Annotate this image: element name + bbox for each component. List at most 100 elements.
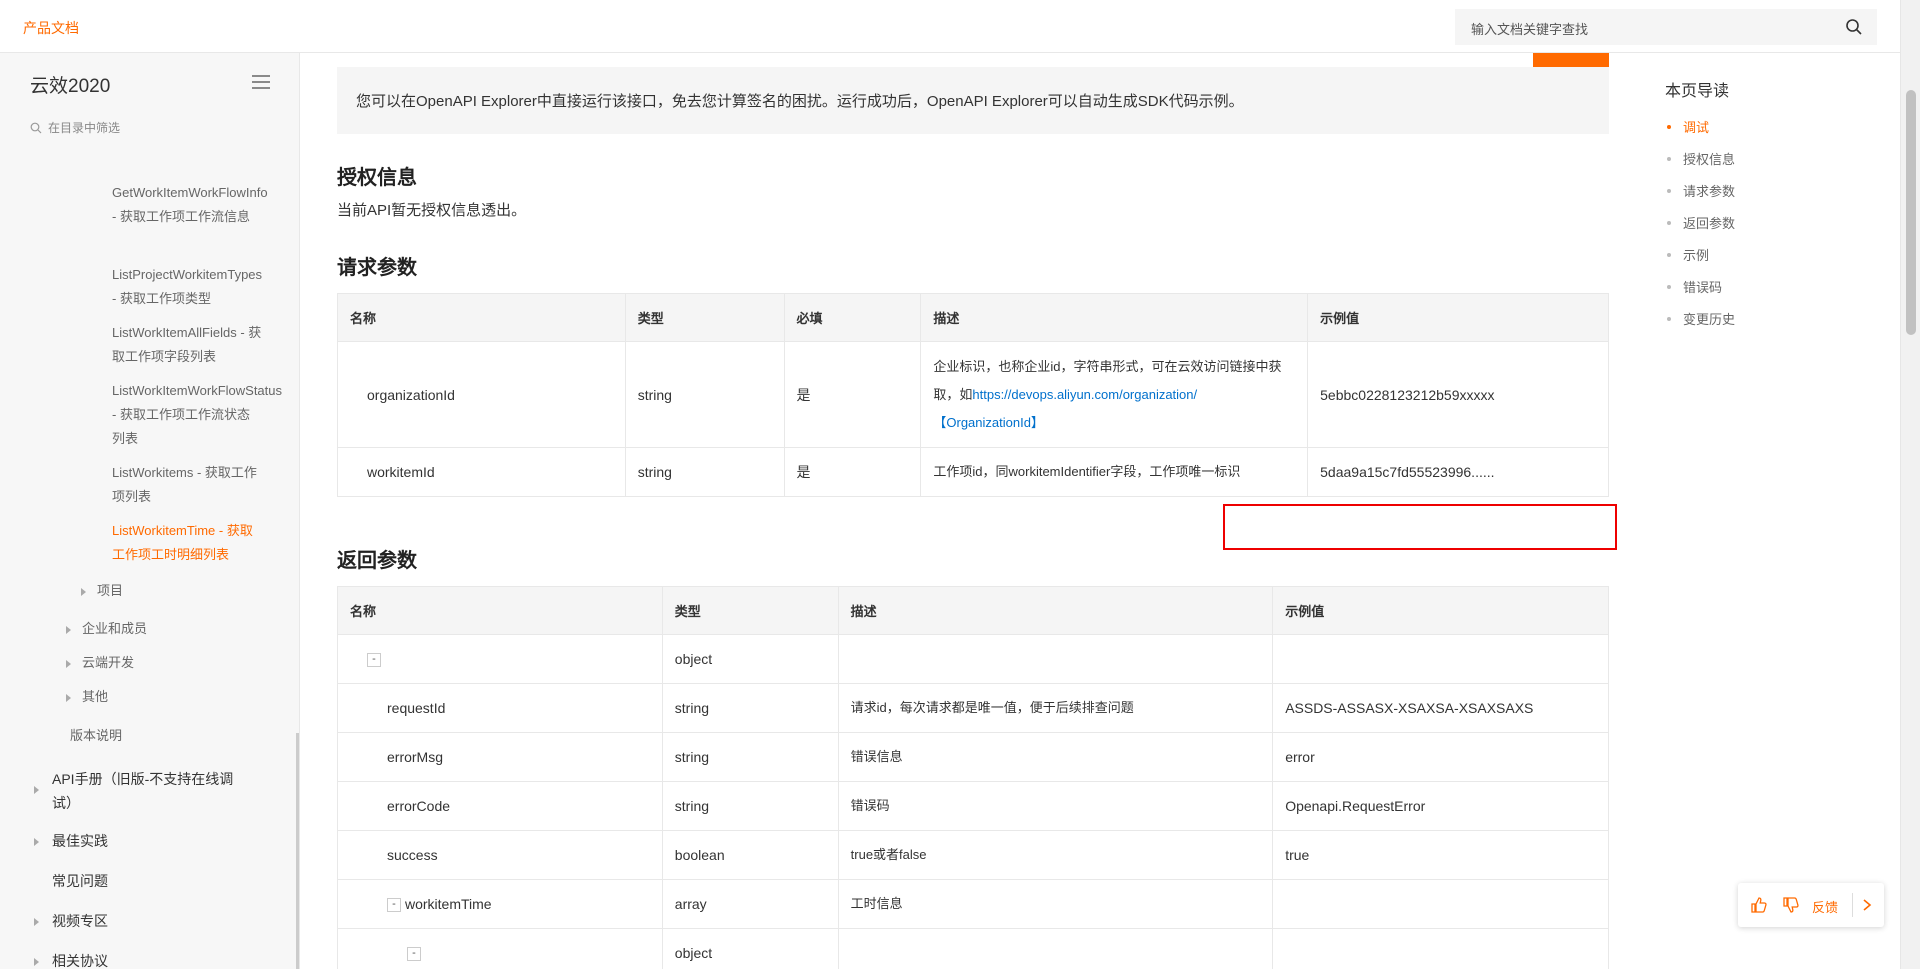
toc-item-debug[interactable]: 调试 bbox=[1666, 117, 1709, 136]
table-row: - object bbox=[337, 928, 1609, 969]
param-name: organizationId bbox=[337, 341, 626, 448]
param-type: string bbox=[624, 447, 785, 497]
sidebar-item-label: 项目 bbox=[97, 583, 124, 598]
toc-title: 本页导读 bbox=[1665, 83, 1730, 100]
table-row: organizationId string 是 企业标识，也称企业id，字符串形… bbox=[337, 341, 1609, 448]
collapse-toggle[interactable]: - bbox=[367, 653, 381, 668]
table-row: - object bbox=[337, 634, 1609, 684]
resp-desc: 错误码 bbox=[837, 781, 1274, 831]
sidebar-item-label: 最佳实践 bbox=[52, 833, 108, 849]
param-example: 5ebbc0228123212b59xxxxx bbox=[1307, 341, 1609, 448]
sidebar-title: 云效2020 bbox=[30, 76, 111, 97]
table-row: - workitemTime array 工时信息 bbox=[337, 879, 1609, 929]
sidebar-item-listprojectworkitemtypes[interactable]: ListProjectWorkitemTypes - 获取工作项类型 bbox=[112, 263, 262, 311]
resp-desc bbox=[837, 634, 1274, 684]
resp-desc: 请求id，每次请求都是唯一值，便于后续排查问题 bbox=[837, 683, 1274, 733]
collapse-toggle[interactable]: - bbox=[387, 898, 401, 913]
sidebar-item-listworkitemworkflowstatus[interactable]: ListWorkItemWorkFlowStatus - 获取工作项工作流状态列… bbox=[112, 379, 282, 451]
sidebar-item-videos[interactable]: 视频专区 bbox=[34, 909, 108, 933]
resp-example bbox=[1272, 928, 1609, 969]
toc-item-error-codes[interactable]: 错误码 bbox=[1666, 277, 1722, 296]
resp-desc: 工时信息 bbox=[837, 879, 1274, 929]
sidebar-item-label: API手册（旧版-不支持在线调试） bbox=[52, 771, 234, 811]
column-header: 示例值 bbox=[1307, 293, 1609, 342]
resp-type: string bbox=[661, 781, 839, 831]
table-header-row: 名称 类型 描述 示例值 bbox=[337, 586, 1609, 635]
heading-request-params: 请求参数 bbox=[337, 257, 417, 279]
sidebar-item-label: 视频专区 bbox=[52, 913, 108, 929]
scrollbar-thumb[interactable] bbox=[1906, 90, 1916, 335]
search-input[interactable]: 输入文档关键字查找 bbox=[1455, 9, 1877, 45]
brand-link[interactable]: 产品文档 bbox=[23, 18, 79, 38]
divider bbox=[1852, 893, 1853, 917]
resp-type: object bbox=[661, 634, 839, 684]
feedback-button[interactable]: 反馈 bbox=[1812, 897, 1838, 916]
chevron-right-icon[interactable] bbox=[1860, 897, 1874, 913]
thumbs-down-icon[interactable] bbox=[1782, 896, 1800, 914]
page-scrollbar[interactable] bbox=[1900, 0, 1920, 969]
sidebar: 云效2020 在目录中筛选 GetWorkItemWorkFlowInfo - … bbox=[0, 53, 300, 969]
sidebar-item-faq[interactable]: 常见问题 bbox=[52, 869, 108, 893]
caret-right-icon bbox=[81, 588, 86, 596]
resp-type: array bbox=[661, 879, 839, 929]
table-row: workitemId string 是 工作项id，同workitemIdent… bbox=[337, 447, 1609, 497]
resp-example: true bbox=[1272, 830, 1609, 880]
thumbs-up-icon[interactable] bbox=[1750, 896, 1768, 914]
sidebar-item-agreements[interactable]: 相关协议 bbox=[34, 949, 108, 969]
debug-notice-text: 您可以在OpenAPI Explorer中直接运行该接口，免去您计算签名的困扰。… bbox=[356, 93, 1244, 110]
collapse-toggle[interactable]: - bbox=[407, 947, 421, 962]
feedback-widget: 反馈 bbox=[1738, 883, 1884, 927]
sidebar-item-label: 相关协议 bbox=[52, 953, 108, 969]
column-header: 必填 bbox=[783, 293, 922, 342]
org-url-link[interactable]: https://devops.aliyun.com/organization/【… bbox=[933, 387, 1197, 430]
caret-right-icon bbox=[34, 918, 39, 926]
resp-type: object bbox=[661, 928, 839, 969]
table-header-row: 名称 类型 必填 描述 示例值 bbox=[337, 293, 1609, 342]
resp-type: string bbox=[661, 683, 839, 733]
sidebar-item-listworkitems[interactable]: ListWorkitems - 获取工作项列表 bbox=[112, 461, 262, 509]
toc-item-response-params[interactable]: 返回参数 bbox=[1666, 213, 1735, 232]
response-params-table: 名称 类型 描述 示例值 - object requestId string 请… bbox=[337, 586, 1609, 969]
resp-name: errorCode bbox=[337, 781, 663, 831]
top-bar: 产品文档 输入文档关键字查找 bbox=[0, 0, 1900, 53]
sidebar-item-listworkitemallfields[interactable]: ListWorkItemAllFields - 获取工作项字段列表 bbox=[112, 321, 262, 369]
column-header: 示例值 bbox=[1272, 586, 1609, 635]
column-header: 名称 bbox=[337, 586, 663, 635]
sidebar-item-label: 企业和成员 bbox=[82, 621, 148, 636]
sidebar-scrollbar[interactable] bbox=[296, 733, 299, 969]
sidebar-item-best-practice[interactable]: 最佳实践 bbox=[34, 829, 108, 853]
sidebar-item-listworkitemtime[interactable]: ListWorkitemTime - 获取工作项工时明细列表 bbox=[112, 519, 262, 567]
sidebar-item-other[interactable]: 其他 bbox=[66, 685, 108, 709]
table-row: success boolean true或者false true bbox=[337, 830, 1609, 880]
sidebar-item-enterprise[interactable]: 企业和成员 bbox=[66, 617, 148, 641]
debug-button[interactable] bbox=[1533, 53, 1609, 67]
toc-item-auth[interactable]: 授权信息 bbox=[1666, 149, 1735, 168]
resp-name: success bbox=[337, 830, 663, 880]
resp-desc: 错误信息 bbox=[837, 732, 1274, 782]
debug-notice: 您可以在OpenAPI Explorer中直接运行该接口，免去您计算签名的困扰。… bbox=[337, 67, 1609, 134]
sidebar-item-getworkitemworkflowinfo[interactable]: GetWorkItemWorkFlowInfo - 获取工作项工作流信息 bbox=[112, 181, 268, 229]
resp-example bbox=[1272, 634, 1609, 684]
caret-right-icon bbox=[66, 694, 71, 702]
sidebar-filter-input[interactable]: 在目录中筛选 bbox=[30, 119, 120, 136]
caret-right-icon bbox=[66, 660, 71, 668]
resp-name: requestId bbox=[337, 683, 663, 733]
sidebar-item-project[interactable]: 项目 bbox=[81, 579, 124, 603]
sidebar-item-api-manual-old[interactable]: API手册（旧版-不支持在线调试） bbox=[34, 767, 252, 815]
resp-name: - workitemTime bbox=[337, 879, 663, 929]
resp-example: ASSDS-ASSASX-XSAXSA-XSAXSAXS bbox=[1272, 683, 1609, 733]
caret-right-icon bbox=[34, 838, 39, 846]
param-required: 是 bbox=[783, 341, 922, 448]
table-row: errorCode string 错误码 Openapi.RequestErro… bbox=[337, 781, 1609, 831]
menu-icon[interactable] bbox=[252, 75, 270, 89]
search-icon[interactable] bbox=[1845, 18, 1863, 36]
sidebar-item-release-notes[interactable]: 版本说明 bbox=[70, 724, 122, 748]
toc-item-request-params[interactable]: 请求参数 bbox=[1666, 181, 1735, 200]
resp-desc: true或者false bbox=[837, 830, 1274, 880]
toc-item-examples[interactable]: 示例 bbox=[1666, 245, 1709, 264]
sidebar-item-cloud-dev[interactable]: 云端开发 bbox=[66, 651, 134, 675]
resp-type: boolean bbox=[661, 830, 839, 880]
resp-name: errorMsg bbox=[337, 732, 663, 782]
param-name: workitemId bbox=[337, 447, 626, 497]
toc-item-change-history[interactable]: 变更历史 bbox=[1666, 309, 1735, 328]
